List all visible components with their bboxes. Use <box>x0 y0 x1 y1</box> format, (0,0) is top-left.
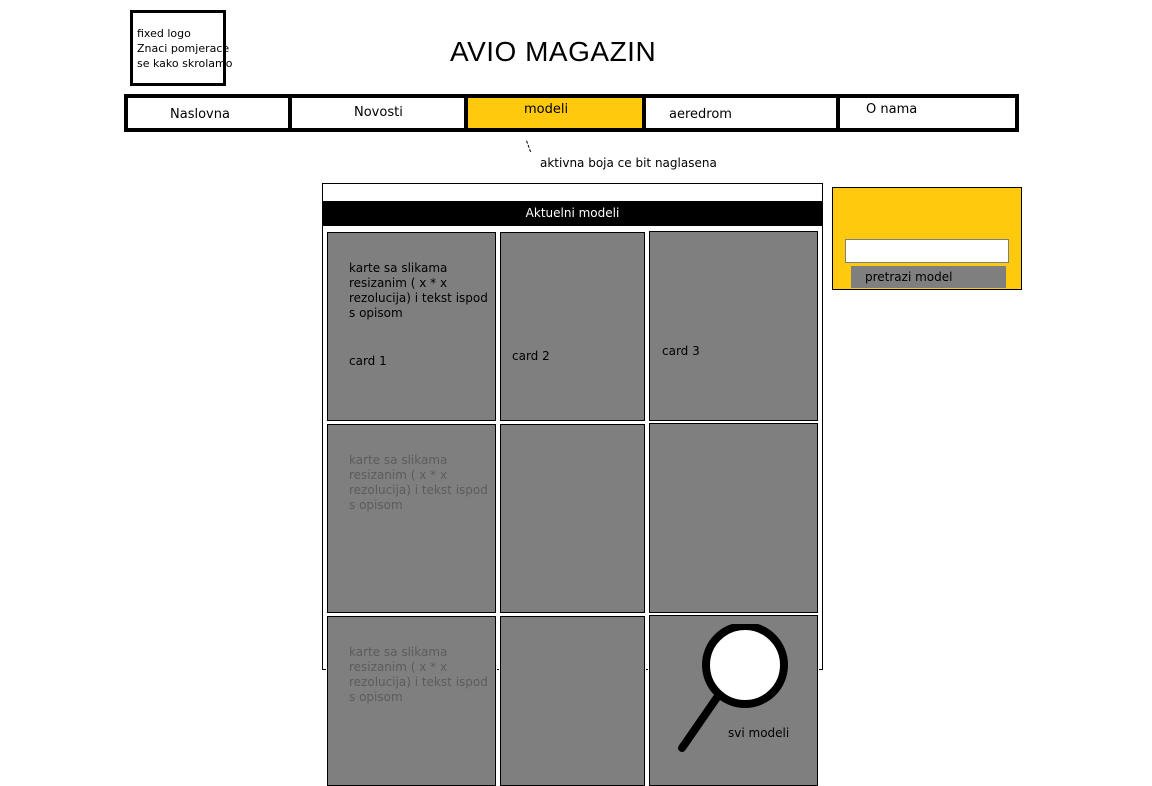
site-title: AVIO MAGAZIN <box>450 36 657 67</box>
card-6[interactable] <box>648 422 819 614</box>
card-label: card 2 <box>512 349 550 363</box>
logo-line-2: Znaci pomjerace <box>137 42 230 55</box>
card-description: karte sa slikama resizanim ( x * x rezol… <box>349 453 488 512</box>
nav-item-o-nama[interactable]: O nama <box>836 94 1019 132</box>
card-description: karte sa slikama resizanim ( x * x rezol… <box>349 645 488 704</box>
nav-item-label: O nama <box>866 102 918 117</box>
search-model-button[interactable]: pretrazi model <box>851 266 1006 288</box>
card-4[interactable]: karte sa slikama resizanim ( x * x rezol… <box>326 423 497 614</box>
annotation-pointer <box>526 139 533 153</box>
nav-item-label: modeli <box>524 102 569 117</box>
card-7[interactable]: karte sa slikama resizanim ( x * x rezol… <box>326 615 497 786</box>
panel-header: Aktuelni modeli <box>322 201 823 226</box>
nav-item-aeredrom[interactable]: aeredrom <box>642 94 840 132</box>
card-2[interactable]: card 2 <box>499 231 646 422</box>
nav-item-label: aeredrom <box>669 107 732 122</box>
active-color-note: aktivna boja ce bit naglasena <box>540 156 717 170</box>
card-label: card 1 <box>349 354 387 368</box>
nav-item-naslovna[interactable]: Naslovna <box>124 94 292 132</box>
logo-line-1: fixed logo <box>137 27 191 40</box>
card-1[interactable]: karte sa slikama resizanim ( x * x rezol… <box>326 231 497 422</box>
card-5[interactable] <box>499 423 646 614</box>
card-3[interactable]: card 3 <box>648 230 819 422</box>
card-description: karte sa slikama resizanim ( x * x rezol… <box>349 261 488 320</box>
nav-item-label: Novosti <box>354 105 403 120</box>
search-input[interactable] <box>845 239 1009 263</box>
nav-item-novosti[interactable]: Novosti <box>288 94 468 132</box>
card-label: card 3 <box>662 344 700 358</box>
logo-line-3: se kako skrolamo <box>137 57 233 70</box>
nav-item-modeli[interactable]: modeli <box>464 94 646 132</box>
fixed-logo-box[interactable]: fixed logo Znaci pomjerace se kako skrol… <box>130 10 233 86</box>
nav-item-label: Naslovna <box>170 107 230 122</box>
card-8[interactable] <box>499 615 646 786</box>
magnifier-icon <box>678 624 788 752</box>
